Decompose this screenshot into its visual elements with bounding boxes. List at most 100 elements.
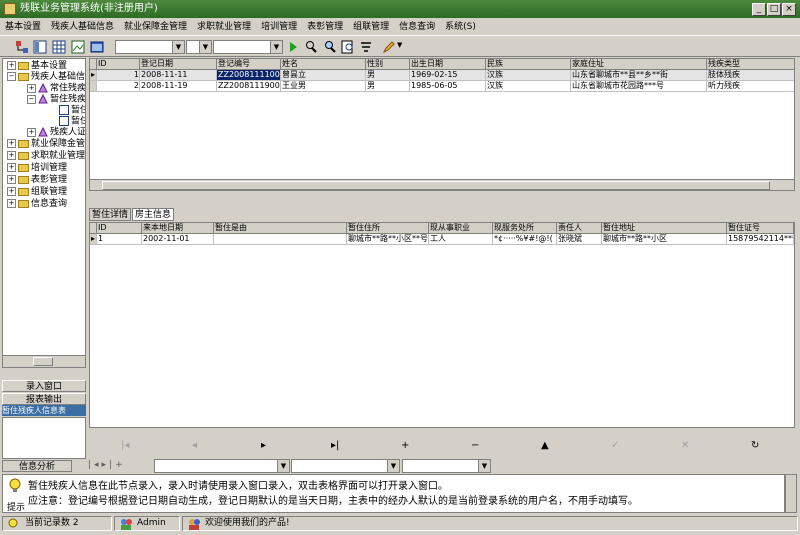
collapse-toggle[interactable]: − bbox=[7, 72, 16, 81]
expand-toggle[interactable]: + bbox=[7, 175, 16, 184]
column-header[interactable]: 登记日期 bbox=[140, 59, 217, 70]
table-cell[interactable]: 聊城市**路**小区 bbox=[602, 234, 727, 245]
table-cell[interactable]: 听力残疾 bbox=[707, 81, 794, 92]
column-header[interactable]: 出生日期 bbox=[410, 59, 486, 70]
table-cell[interactable]: 1969-02-15 bbox=[410, 70, 486, 81]
filter-value-combo[interactable]: ▼ bbox=[213, 40, 283, 54]
tree-item-job-seeking[interactable]: + 求职就业管理 bbox=[7, 151, 85, 162]
post-record-button[interactable]: ✓ bbox=[611, 440, 619, 452]
table-cell[interactable]: 男 bbox=[366, 70, 410, 81]
operator-combo[interactable]: ▼ bbox=[186, 40, 212, 54]
table-cell[interactable]: 2002-11-01 bbox=[142, 234, 214, 245]
entry-window-button[interactable]: 录入窗口 bbox=[2, 380, 86, 392]
table-cell[interactable]: 肢体残疾 bbox=[707, 70, 794, 81]
last-record-button[interactable]: ▸| bbox=[331, 440, 339, 452]
column-header[interactable]: 姓名 bbox=[281, 59, 366, 70]
prev-record-button[interactable]: ◂ bbox=[192, 440, 197, 452]
table-cell[interactable]: 1 bbox=[97, 70, 140, 81]
tree-item-organization[interactable]: + 组联管理 bbox=[7, 187, 67, 198]
table-cell[interactable]: *¢·····%¥#!@!( bbox=[493, 234, 557, 245]
column-header[interactable]: 暂住住所 bbox=[347, 223, 429, 234]
menu-basic-info[interactable]: 残疾人基础信息 bbox=[46, 18, 119, 36]
tab-landlord-info[interactable]: 房主信息 bbox=[132, 208, 175, 221]
form-icon[interactable] bbox=[32, 39, 48, 55]
column-header[interactable]: 暂住是由 bbox=[214, 223, 347, 234]
table-cell[interactable]: 曾昙立 bbox=[281, 70, 366, 81]
row-indicator[interactable]: ▸ bbox=[90, 70, 97, 81]
table-cell[interactable]: 1 bbox=[97, 234, 142, 245]
report-output-button[interactable]: 报表输出 bbox=[2, 393, 86, 405]
edit-record-button[interactable]: ▲ bbox=[541, 440, 549, 452]
tree-tool-icon[interactable] bbox=[14, 39, 30, 55]
column-header[interactable]: 责任人 bbox=[557, 223, 602, 234]
scroll-thumb[interactable] bbox=[102, 181, 770, 190]
chevron-down-icon[interactable]: ▼ bbox=[397, 41, 402, 49]
table-cell[interactable]: 聊城市**路**小区**号 bbox=[347, 234, 429, 245]
table-cell[interactable]: 15879542114***** bbox=[727, 234, 794, 245]
column-header[interactable]: 残疾类型 bbox=[707, 59, 794, 70]
main-record-grid[interactable]: ID 登记日期 登记编号 姓名 性别 出生日期 民族 家庭住址 残疾类型 ▸ 1 2008-11-11… bbox=[89, 58, 795, 191]
menu-organization[interactable]: 组联管理 bbox=[348, 18, 394, 36]
detail-grid[interactable]: ID 来本地日期 暂住是由 暂住住所 现从事职业 现服务处所 责任人 暂住地址 暂住证号 ▸ 1 20… bbox=[89, 222, 795, 428]
table-cell[interactable]: 山东省聊城市**县**乡**街 bbox=[571, 70, 707, 81]
menu-system[interactable]: 系统(S) bbox=[440, 18, 481, 36]
tree-item-certificate[interactable]: + 残疾人证 bbox=[27, 126, 85, 138]
delete-record-button[interactable]: − bbox=[471, 440, 479, 452]
expand-toggle[interactable]: + bbox=[7, 151, 16, 160]
table-cell[interactable]: 2008-11-11 bbox=[140, 70, 217, 81]
table-cell[interactable]: 工人 bbox=[429, 234, 493, 245]
tree-item-temporary-report[interactable]: 暂住 bbox=[59, 116, 85, 127]
column-header[interactable]: ID bbox=[97, 223, 142, 234]
tree-item-basic-settings[interactable]: + 基本设置 bbox=[7, 61, 67, 72]
table-cell[interactable]: 汉族 bbox=[486, 81, 571, 92]
expand-toggle[interactable]: + bbox=[27, 127, 36, 137]
table-cell[interactable]: 张晓斌 bbox=[557, 234, 602, 245]
column-header[interactable]: 现服务处所 bbox=[493, 223, 557, 234]
mini-navigator[interactable]: |◂▸|+−▲✓✕ bbox=[88, 458, 153, 484]
table-cell[interactable]: ZZ200811190001 bbox=[217, 81, 281, 92]
pencil-icon[interactable] bbox=[381, 39, 397, 55]
query-operator-combo[interactable]: ▼ bbox=[291, 459, 400, 473]
tree-item-basic-info[interactable]: −残疾人基础信息 bbox=[7, 72, 85, 83]
table-cell[interactable]: 山东省聊城市花园路***号 bbox=[571, 81, 707, 92]
selected-report-item[interactable]: 暂住残疾人信息表 bbox=[2, 405, 86, 416]
query-value-combo[interactable]: ▼ bbox=[402, 459, 491, 473]
query-field-combo[interactable]: ▼ bbox=[154, 459, 290, 473]
column-header[interactable]: 来本地日期 bbox=[142, 223, 214, 234]
column-header[interactable]: 性别 bbox=[366, 59, 410, 70]
scroll-thumb[interactable] bbox=[33, 357, 53, 366]
search-user-icon[interactable] bbox=[303, 39, 319, 55]
tree-item-employment-fund[interactable]: +就业保障金管理 bbox=[7, 139, 85, 150]
column-header[interactable]: 现从事职业 bbox=[429, 223, 493, 234]
close-button[interactable]: × bbox=[782, 3, 796, 16]
grid-horizontal-scrollbar[interactable] bbox=[90, 179, 794, 190]
expand-toggle[interactable]: + bbox=[7, 139, 16, 148]
table-cell[interactable]: 2008-11-19 bbox=[140, 81, 217, 92]
table-cell[interactable]: 汉族 bbox=[486, 70, 571, 81]
expand-toggle[interactable]: + bbox=[7, 199, 16, 208]
table-cell[interactable]: 王业男 bbox=[281, 81, 366, 92]
menu-basic-settings[interactable]: 基本设置 bbox=[0, 18, 46, 36]
next-record-button[interactable]: ▸ bbox=[261, 440, 266, 452]
column-header[interactable]: 登记编号 bbox=[217, 59, 281, 70]
image-icon[interactable] bbox=[70, 39, 86, 55]
refresh-button[interactable]: ↻ bbox=[751, 440, 759, 452]
tab-info-analysis[interactable]: 信息分析 bbox=[2, 460, 72, 472]
menu-training[interactable]: 培训管理 bbox=[256, 18, 302, 36]
expand-toggle[interactable]: + bbox=[7, 163, 16, 172]
menu-job-seeking[interactable]: 求职就业管理 bbox=[192, 18, 256, 36]
cancel-record-button[interactable]: ✕ bbox=[681, 440, 689, 452]
expand-toggle[interactable]: + bbox=[27, 83, 36, 93]
tree-item-temporary[interactable]: −暂住残疾人 bbox=[27, 93, 85, 105]
play-icon[interactable] bbox=[285, 39, 301, 55]
filter-field-combo[interactable]: ▼ bbox=[115, 40, 185, 54]
row-indicator[interactable]: ▸ bbox=[90, 234, 97, 245]
row-indicator[interactable] bbox=[90, 81, 97, 92]
table-cell[interactable]: 2 bbox=[97, 81, 140, 92]
menu-info-query[interactable]: 信息查询 bbox=[394, 18, 440, 36]
table-cell[interactable] bbox=[214, 234, 347, 245]
column-header[interactable]: ID bbox=[97, 59, 140, 70]
menu-commendation[interactable]: 表彰管理 bbox=[302, 18, 348, 36]
add-record-button[interactable]: + bbox=[401, 440, 409, 452]
hint-scrollbar[interactable] bbox=[785, 474, 797, 513]
